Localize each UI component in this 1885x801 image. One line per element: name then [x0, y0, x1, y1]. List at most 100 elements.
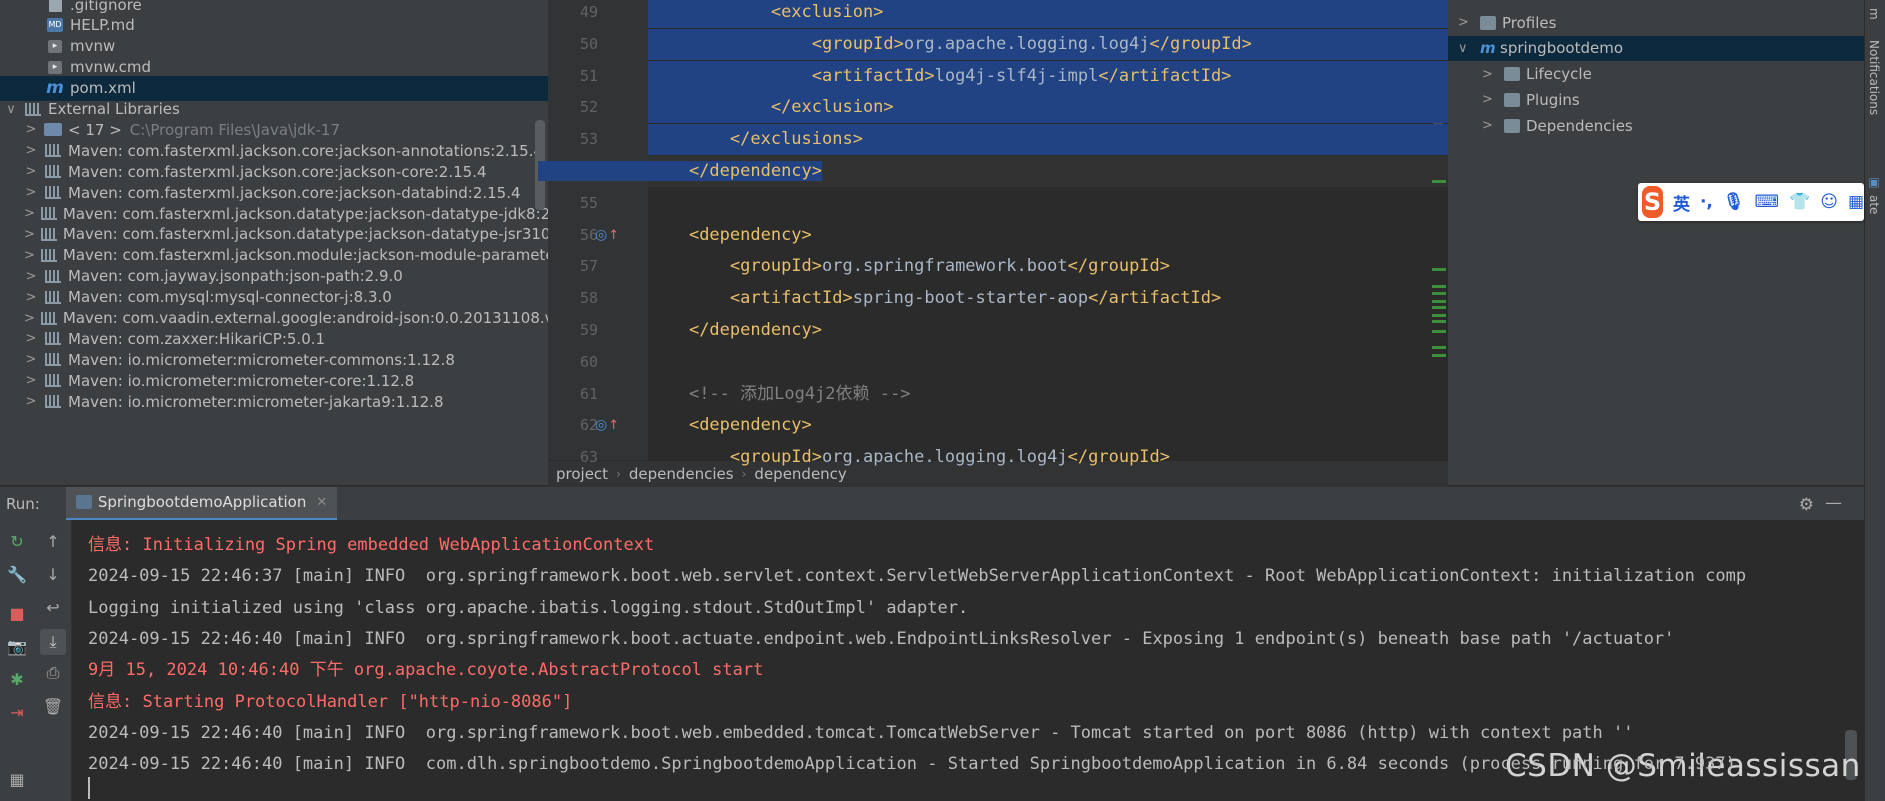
chevron-right-icon[interactable]: > [1482, 67, 1498, 82]
stop-icon[interactable]: ■ [6, 602, 28, 624]
code-line[interactable]: <!-- 添加Log4j2依赖 --> [648, 379, 1448, 410]
code-line[interactable]: <dependency> [648, 410, 1448, 441]
close-icon[interactable]: ✕ [316, 495, 327, 510]
chevron-right-icon[interactable]: > [24, 248, 35, 263]
ime-punctuation[interactable]: ·, [1700, 192, 1713, 212]
change-marker[interactable] [1432, 320, 1446, 323]
run-tab-label: SpringbootdemoApplication [97, 493, 307, 511]
arrow-up-icon[interactable]: ↑ [42, 530, 64, 552]
change-marker[interactable] [1432, 314, 1446, 317]
code-line[interactable] [648, 188, 1448, 219]
maven-tree-item[interactable]: ∨ m springbootdemo [1448, 35, 1864, 61]
arrow-up-gutter-icon[interactable]: ↑ [608, 418, 619, 433]
chevron-right-icon[interactable]: > [24, 311, 35, 326]
chevron-right-icon[interactable]: > [24, 290, 38, 305]
xml-tag: <artifactId> [811, 65, 935, 86]
wrench-icon[interactable]: 🔧 [6, 563, 28, 585]
xml-tag: </groupId> [1149, 33, 1252, 54]
gutter-marker[interactable]: ◎↑ [595, 227, 619, 243]
code-line[interactable]: <groupId>org.apache.logging.log4j</group… [648, 442, 1448, 473]
arrow-up-gutter-icon[interactable]: ↑ [608, 228, 619, 243]
code-line[interactable] [648, 347, 1448, 378]
debug-bug-icon[interactable]: ✱ [6, 668, 28, 690]
implementation-gutter-icon[interactable]: ◎ [595, 227, 607, 243]
arrow-down-icon[interactable]: ↓ [42, 563, 64, 585]
code-line[interactable]: <groupId>org.apache.logging.log4j</group… [648, 28, 1448, 60]
change-marker[interactable] [1432, 346, 1446, 349]
change-marker[interactable] [1432, 330, 1446, 333]
breadcrumb-separator-icon: › [616, 466, 621, 481]
print-icon[interactable]: ⎙ [42, 662, 64, 684]
change-marker[interactable] [1432, 292, 1446, 295]
code-line[interactable]: </dependency> [538, 156, 1448, 187]
change-marker[interactable] [1432, 180, 1446, 183]
maven-tree-item[interactable]: > Plugins [1448, 87, 1580, 112]
code-line[interactable]: <artifactId>spring-boot-starter-aop</art… [648, 283, 1448, 314]
tree-item[interactable]: > Maven: io.micrometer:micrometer-jakarta… [0, 389, 548, 414]
chevron-right-icon[interactable]: > [24, 143, 38, 158]
chevron-right-icon[interactable]: > [24, 164, 38, 179]
code-line[interactable]: <artifactId>log4j-slf4j-impl</artifactId… [648, 60, 1448, 92]
console-line: Logging initialized using 'class org.apa… [88, 597, 969, 618]
exit-icon[interactable]: ⇥ [6, 701, 28, 723]
code-line[interactable]: <dependency> [648, 220, 1448, 251]
tree-item-label: Maven: io.micrometer:micrometer-commons:… [68, 350, 455, 369]
gear-icon[interactable]: ⚙ [1799, 495, 1814, 515]
notifications-tab[interactable]: Notifications [1867, 40, 1881, 115]
library-icon [44, 394, 62, 410]
change-marker[interactable] [1432, 285, 1446, 288]
assistant-icon[interactable]: ☺ [1820, 192, 1838, 212]
chevron-down-icon[interactable]: ∨ [1458, 41, 1474, 56]
code-line[interactable]: </exclusion> [648, 92, 1448, 124]
maven-tree-item[interactable]: > Profiles [1448, 10, 1556, 35]
chevron-right-icon[interactable]: > [1458, 15, 1474, 30]
chevron-right-icon[interactable]: > [24, 373, 38, 388]
code-line[interactable]: </dependency> [648, 315, 1448, 346]
implementation-gutter-icon[interactable]: ◎ [595, 417, 607, 433]
chevron-down-icon[interactable]: ∨ [4, 102, 18, 117]
change-marker[interactable] [1432, 306, 1446, 309]
chevron-right-icon[interactable]: > [24, 122, 38, 137]
camera-icon[interactable]: 📷 [6, 635, 28, 657]
change-marker[interactable] [1432, 354, 1446, 357]
maven-tree-item[interactable]: > Lifecycle [1448, 62, 1592, 87]
xml-tag: <dependency> [688, 415, 812, 436]
chevron-right-icon[interactable]: > [24, 352, 38, 367]
code-line[interactable]: </exclusions> [648, 124, 1448, 156]
library-icon [44, 143, 62, 159]
scroll-to-end-icon[interactable]: ⤓ [40, 629, 66, 655]
skin-icon[interactable]: 👕 [1789, 192, 1810, 212]
chevron-right-icon[interactable]: > [24, 269, 38, 284]
code-line[interactable]: <exclusion> [648, 0, 1448, 28]
change-marker[interactable] [1432, 268, 1446, 271]
strip-tab-partial[interactable]: ate [1867, 195, 1881, 214]
keyboard-icon[interactable]: ⌨ [1754, 192, 1779, 212]
code-line[interactable]: <groupId>org.springframework.boot</group… [648, 251, 1448, 282]
line-number: 61 [579, 384, 598, 403]
chevron-right-icon[interactable]: > [1482, 118, 1498, 133]
chevron-right-icon[interactable]: > [24, 331, 38, 346]
ime-language[interactable]: 英 [1673, 190, 1690, 215]
chevron-right-icon[interactable]: > [24, 227, 35, 242]
menu-grid-icon[interactable]: ▦ [1848, 192, 1864, 212]
database-strip-icon[interactable]: ▣ [1867, 175, 1881, 189]
gutter-marker[interactable]: ◎↑ [595, 417, 619, 433]
run-tab-springbootdemoapplication[interactable]: SpringbootdemoApplication ✕ [65, 486, 338, 521]
change-marker[interactable] [1432, 300, 1446, 303]
ime-toolbar[interactable]: S 英 ·, 🎙 ⌨ 👕 ☺ ▦ [1638, 183, 1864, 221]
chevron-right-icon[interactable]: > [24, 185, 38, 200]
microphone-icon[interactable]: 🎙 [1723, 192, 1745, 212]
chevron-right-icon[interactable]: > [24, 206, 35, 221]
layout-icon[interactable]: ▦ [6, 768, 28, 790]
maven-tree-item[interactable]: > Dependencies [1448, 113, 1633, 138]
xml-tag: </dependency> [688, 320, 823, 340]
chevron-right-icon[interactable]: > [1482, 92, 1498, 107]
maven-strip-tab[interactable]: m [1867, 8, 1881, 20]
console-line: 信息: Starting ProtocolHandler ["http-nio-… [88, 691, 573, 712]
rerun-icon[interactable]: ↻ [6, 530, 28, 552]
soft-wrap-icon[interactable]: ↩ [42, 596, 64, 618]
chevron-right-icon[interactable]: > [24, 394, 38, 409]
minimize-icon[interactable]: — [1825, 493, 1842, 513]
trash-icon[interactable]: 🗑 [42, 695, 64, 717]
